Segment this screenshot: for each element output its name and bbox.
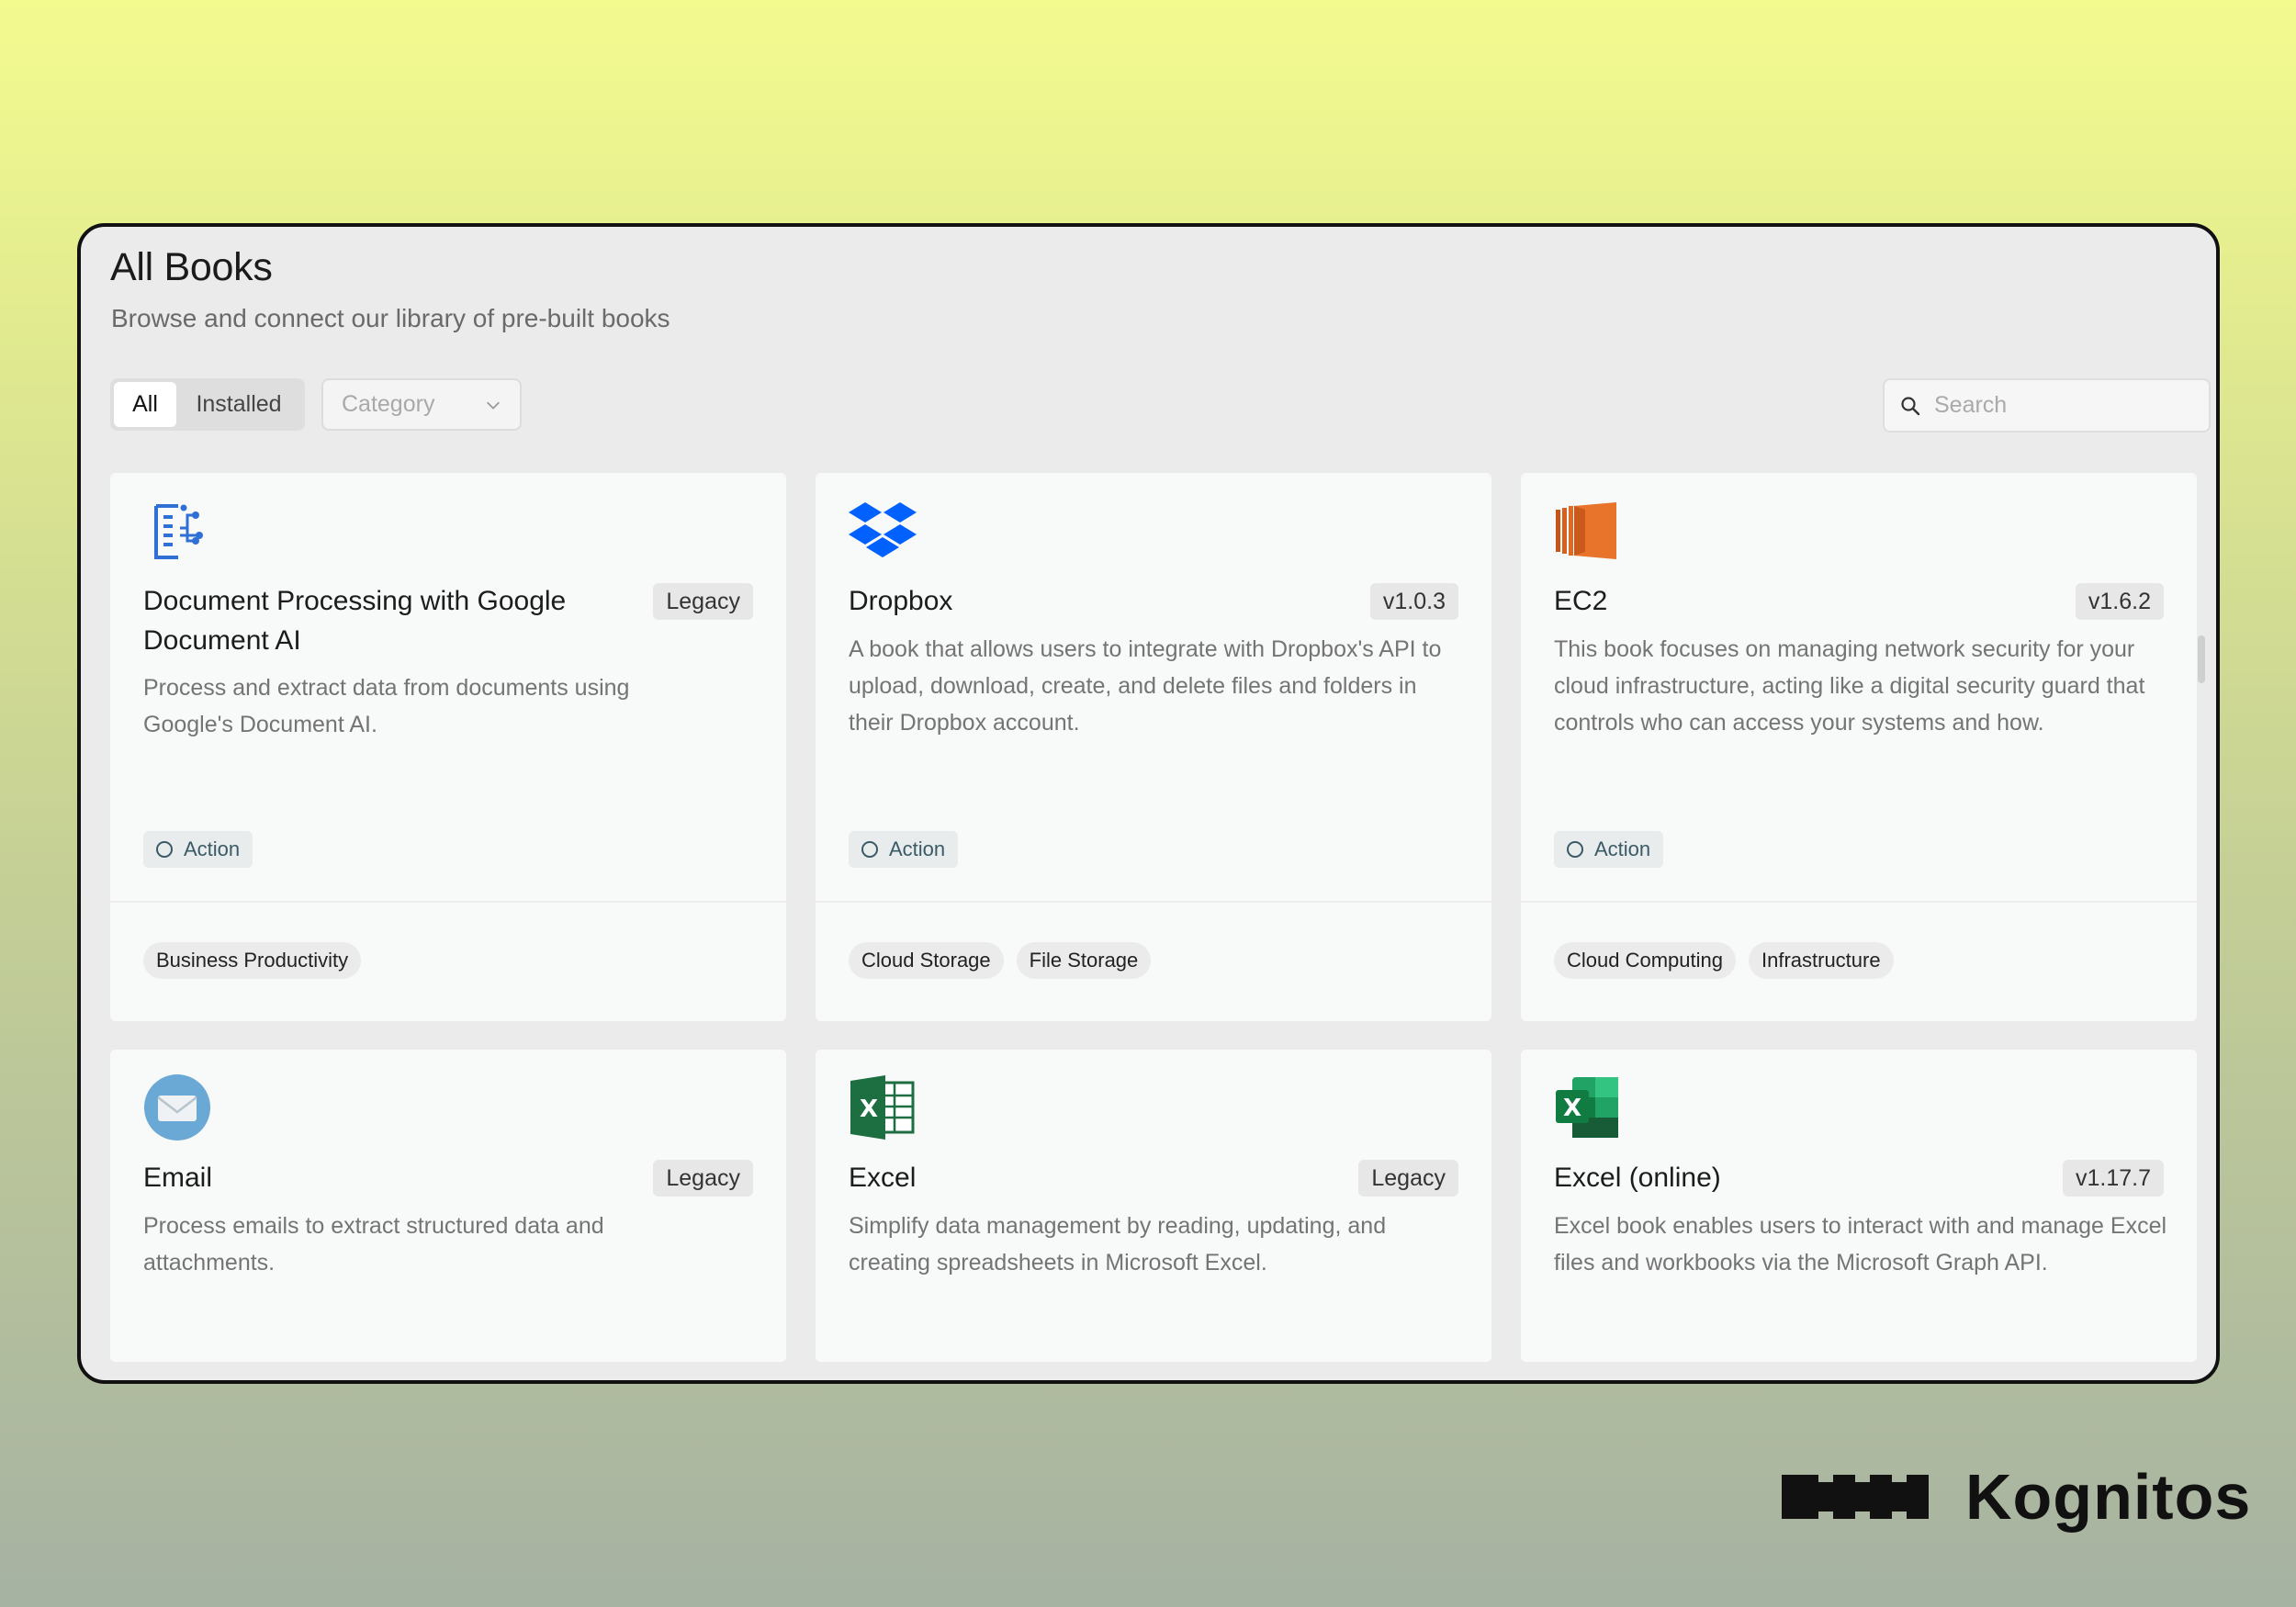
tag[interactable]: Infrastructure: [1748, 942, 1894, 979]
card-description: Simplify data management by reading, upd…: [849, 1213, 1387, 1275]
tag-list: Business Productivity: [143, 942, 362, 979]
book-card-excel-online[interactable]: X Excel (online) v1.17.7 Excel book enab…: [1521, 1050, 2197, 1362]
card-description: Excel book enables users to interact wit…: [1554, 1213, 2167, 1275]
search-icon: [1901, 396, 1920, 415]
filter-toggle: All Installed: [110, 378, 305, 431]
version-badge: Legacy: [1358, 1160, 1458, 1197]
book-card-document-ai[interactable]: Document Processing with Google Document…: [110, 473, 786, 1021]
dropbox-icon: [849, 502, 917, 557]
card-title: Excel: [849, 1163, 917, 1193]
svg-text:X: X: [1563, 1095, 1581, 1122]
version-badge: Legacy: [653, 583, 753, 620]
divider: [110, 901, 786, 903]
excel-online-icon: X: [1556, 1077, 1618, 1138]
category-placeholder: Category: [342, 391, 435, 417]
brand-logo: Kognitos: [1782, 1460, 2251, 1534]
ec2-icon: [1556, 502, 1616, 559]
page-subtitle: Browse and connect our library of pre-bu…: [111, 304, 670, 332]
circle-icon: [1567, 841, 1583, 858]
chevron-down-icon: [487, 401, 500, 410]
card-title: EC2: [1554, 586, 1608, 616]
tag[interactable]: File Storage: [1016, 942, 1152, 979]
card-description: A book that allows users to integrate wi…: [849, 636, 1442, 736]
book-card-email[interactable]: Email Legacy Process emails to extract s…: [110, 1050, 786, 1362]
books-grid: Document Processing with Google Document…: [110, 473, 2197, 1380]
books-window: All Books Browse and connect our library…: [77, 223, 2220, 1384]
filter-installed-button[interactable]: Installed: [176, 382, 301, 427]
category-dropdown[interactable]: Category: [321, 378, 522, 431]
svg-text:X: X: [860, 1096, 878, 1123]
card-description: Process emails to extract structured dat…: [143, 1213, 604, 1275]
card-title: Excel (online): [1554, 1163, 1721, 1193]
version-badge: Legacy: [653, 1160, 753, 1197]
page-title: All Books: [110, 245, 273, 289]
version-badge: v1.0.3: [1369, 583, 1458, 620]
card-title: Dropbox: [849, 586, 953, 616]
book-card-excel[interactable]: X Excel Legacy Simplify data management …: [816, 1050, 1491, 1362]
action-label: Action: [889, 837, 946, 860]
brand-name: Kognitos: [1965, 1461, 2252, 1533]
circle-icon: [156, 841, 173, 858]
version-badge: v1.6.2: [2075, 583, 2164, 620]
kognitos-logo-icon: [1782, 1475, 1929, 1519]
action-chip: Action: [849, 831, 959, 868]
tag[interactable]: Cloud Storage: [849, 942, 1004, 979]
divider: [1521, 901, 2197, 903]
book-card-ec2[interactable]: EC2 v1.6.2 This book focuses on managing…: [1521, 473, 2197, 1021]
filter-all-button[interactable]: All: [114, 382, 176, 427]
action-chip: Action: [1554, 831, 1664, 868]
book-card-dropbox[interactable]: Dropbox v1.0.3 A book that allows users …: [816, 473, 1491, 1021]
action-chip: Action: [143, 831, 253, 868]
action-label: Action: [184, 837, 241, 860]
divider: [816, 901, 1491, 903]
tag-list: Cloud Storage File Storage: [849, 942, 1152, 979]
tag[interactable]: Cloud Computing: [1554, 942, 1736, 979]
tag-list: Cloud Computing Infrastructure: [1554, 942, 1894, 979]
search-placeholder: Search: [1934, 392, 2008, 418]
card-description: This book focuses on managing network se…: [1554, 636, 2145, 736]
card-title: Email: [143, 1163, 213, 1193]
search-input[interactable]: Search: [1883, 378, 2211, 433]
card-description: Process and extract data from documents …: [143, 675, 630, 737]
card-title: Document Processing with Google Document…: [143, 586, 567, 656]
document-ai-icon: [154, 504, 203, 559]
version-badge: v1.17.7: [2062, 1160, 2164, 1197]
tag[interactable]: Business Productivity: [143, 942, 362, 979]
scrollbar[interactable]: [2198, 635, 2205, 683]
excel-icon: X: [850, 1075, 915, 1140]
action-label: Action: [1594, 837, 1651, 860]
circle-icon: [861, 841, 878, 858]
email-icon: [144, 1074, 210, 1141]
